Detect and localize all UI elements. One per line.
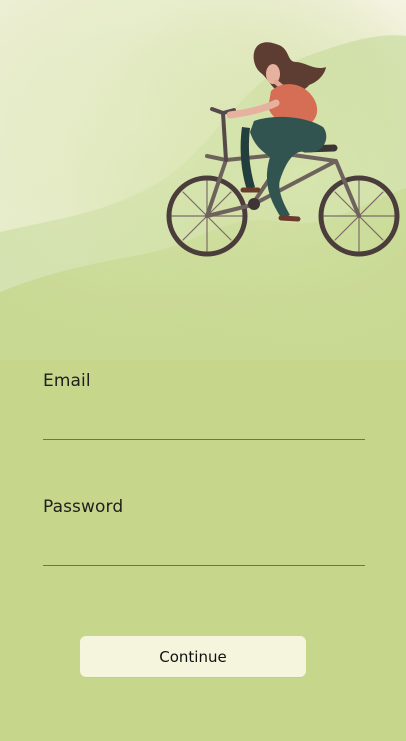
rider-shoe-front [278,215,301,222]
cyclist-hill-illustration [0,0,406,360]
password-input[interactable] [43,530,365,566]
password-label: Password [43,497,124,517]
login-screen: Email Password Continue [0,0,406,741]
login-form: Email Password [43,370,365,566]
pedal-crank [248,198,260,210]
email-label: Email [43,371,91,391]
email-input[interactable] [43,404,365,440]
continue-button[interactable]: Continue [80,636,306,677]
password-field-group: Password [43,496,365,566]
email-field-group: Email [43,370,365,440]
